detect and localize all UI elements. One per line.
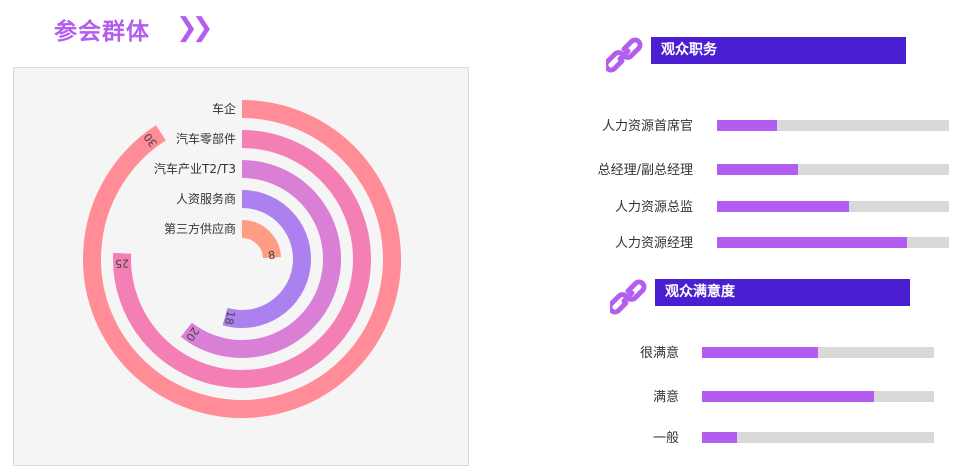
satisfaction-title: 观众满意度 — [655, 279, 910, 306]
bar-fill — [702, 432, 737, 443]
bar-fill — [702, 391, 874, 402]
bar-track — [717, 237, 949, 248]
bar-fill — [717, 120, 778, 131]
category-label: 汽车零部件 — [176, 131, 236, 146]
category-label: 第三方供应商 — [164, 221, 236, 236]
bar-row-label: 很满意 — [639, 346, 679, 361]
satisfaction-header: 观众满意度 — [610, 279, 910, 315]
category-label: 汽车产业T2/T3 — [154, 161, 236, 176]
category-label: 人资服务商 — [176, 191, 236, 206]
value-label: 18 — [222, 310, 238, 326]
double-chevron-right-icon: ❯❯ — [176, 13, 213, 43]
bar-row-label: 人力资源总监 — [614, 200, 693, 215]
bar-track — [717, 120, 949, 131]
bar-track — [717, 164, 949, 175]
bar-row-label: 总经理/副总经理 — [597, 163, 693, 178]
bar-track — [702, 391, 934, 402]
roles-title: 观众职务 — [651, 37, 906, 64]
radial-bar-chart: 车企 30 汽车零部件 25 汽车产业T2/T3 20 人资服务商 18 第三方供应商 8 — [13, 67, 469, 466]
bar-track — [717, 201, 949, 212]
radial-bar — [222, 190, 311, 328]
category-label: 车企 — [212, 101, 236, 116]
value-label: 25 — [115, 256, 130, 270]
bar-fill — [717, 237, 908, 248]
bar-row-label: 一般 — [652, 431, 679, 446]
bar-track — [702, 432, 934, 443]
radial-chart-svg: 车企30 汽车零部件25汽车产业T2/T320人资服务商18第三方供应商8 — [83, 100, 401, 418]
link-icon — [610, 279, 647, 315]
bar-track — [702, 347, 934, 358]
bar-fill — [717, 201, 850, 212]
link-icon — [606, 37, 643, 73]
section-title: 参会群体 — [54, 19, 150, 45]
bar-row-label: 人力资源首席官 — [601, 119, 693, 134]
roles-header: 观众职务 — [606, 37, 906, 73]
bar-fill — [702, 347, 818, 358]
bar-row-label: 人力资源经理 — [614, 236, 693, 251]
radial-bar — [83, 100, 401, 418]
bar-fill — [717, 164, 799, 175]
bar-row-label: 满意 — [652, 390, 679, 405]
